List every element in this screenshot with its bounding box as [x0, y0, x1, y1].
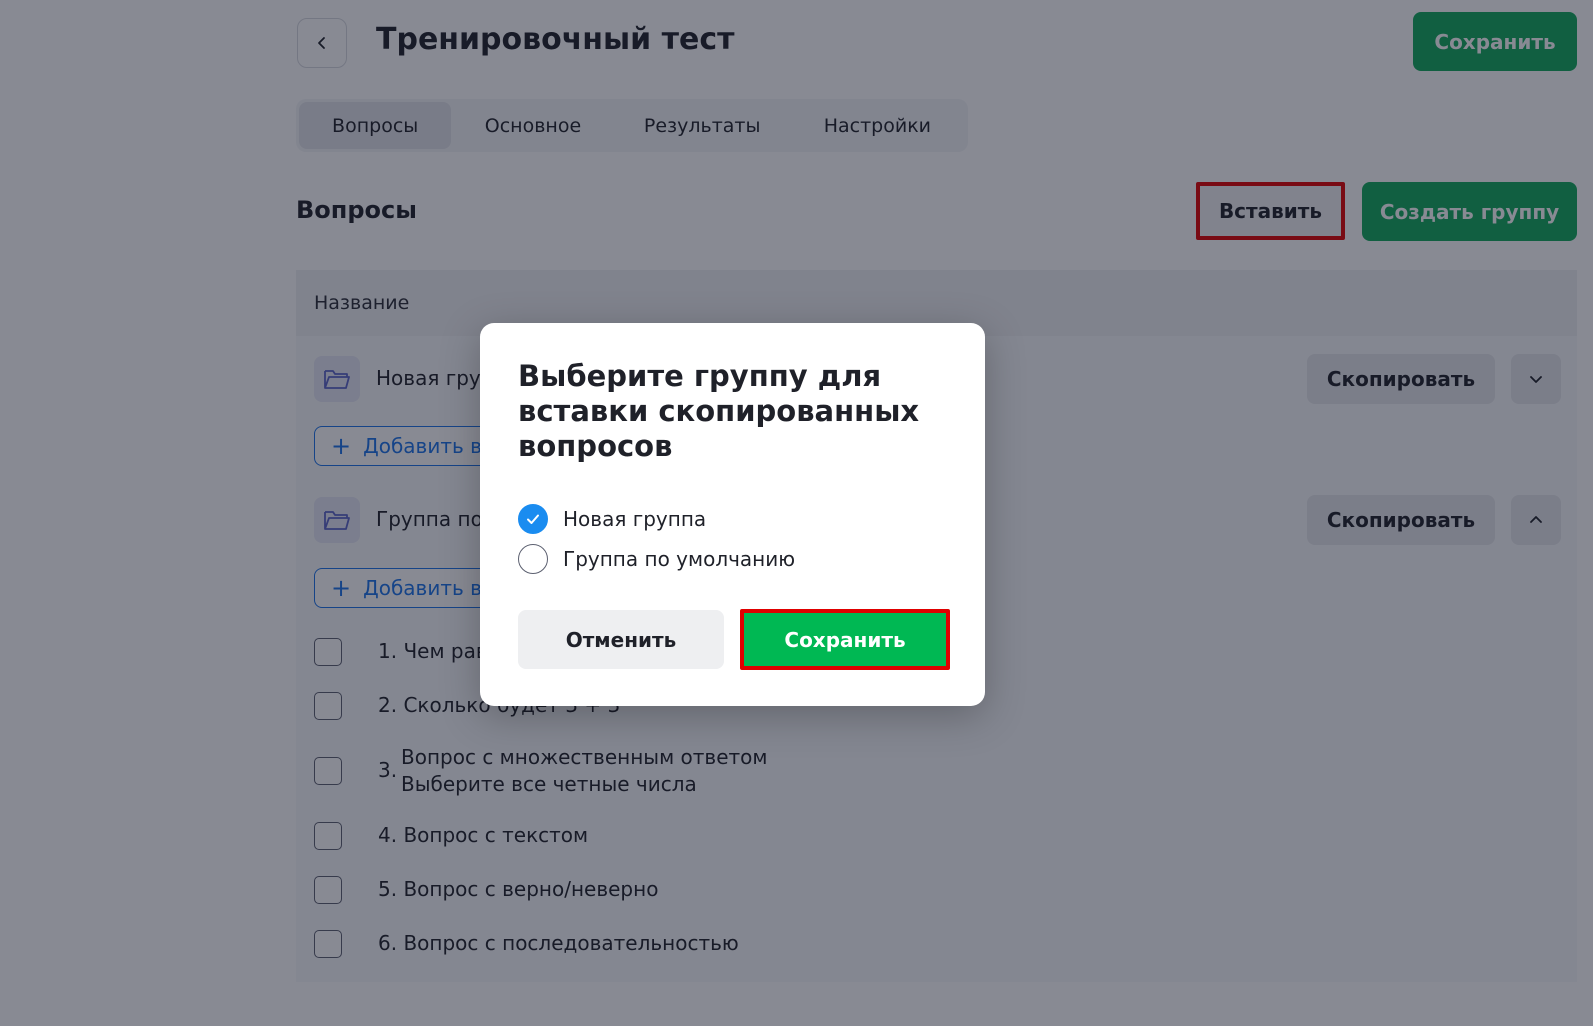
dialog-save-button[interactable]: Сохранить [740, 609, 950, 670]
group-option-new[interactable]: Новая группа [518, 504, 706, 534]
dialog-title: Выберите группу для вставки скопированны… [518, 359, 920, 463]
option-label: Группа по умолчанию [563, 547, 796, 571]
radio-unchecked[interactable] [518, 544, 548, 574]
group-option-default[interactable]: Группа по умолчанию [518, 544, 795, 574]
check-icon [527, 514, 539, 524]
page: Тренировочный тест Сохранить Вопросы Осн… [0, 0, 1593, 1026]
option-label: Новая группа [563, 507, 707, 531]
cancel-button[interactable]: Отменить [518, 610, 724, 669]
radio-checked[interactable] [518, 504, 548, 534]
paste-dialog: Выберите группу для вставки скопированны… [480, 323, 985, 706]
